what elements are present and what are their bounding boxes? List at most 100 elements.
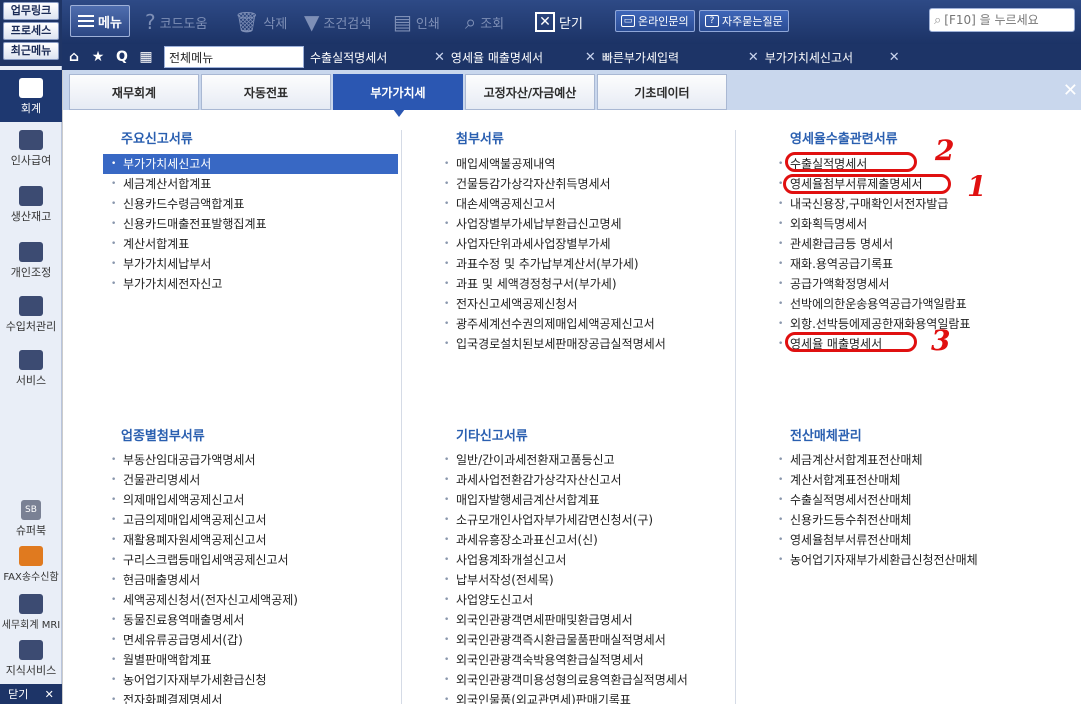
- sidebar-item-personal-adjust[interactable]: 개인조정: [0, 242, 62, 290]
- tab-auto-voucher[interactable]: 자동전표: [201, 74, 331, 110]
- sidebar-item-fax[interactable]: FAX송수신함: [0, 546, 62, 586]
- menu-item[interactable]: 계산서합계표: [103, 234, 398, 254]
- menu-item[interactable]: 내국신용장,구매확인서전자발급: [770, 194, 1070, 214]
- menu-item[interactable]: 매입세액불공제내역: [436, 154, 726, 174]
- menu-item[interactable]: 외국인관광객면세판매및환급명세서: [436, 610, 731, 630]
- lookup-button[interactable]: ⌕ 조회: [465, 8, 504, 36]
- sidebar-item-production[interactable]: 생산재고: [0, 186, 62, 234]
- menu-item[interactable]: 외항.선박등에제공한재화용역일람표: [770, 314, 1070, 334]
- tab-vat[interactable]: 부가가치세: [333, 74, 463, 117]
- menu-item[interactable]: 전자신고세액공제신청서: [436, 294, 726, 314]
- quick-button-recent[interactable]: 최근메뉴: [3, 42, 59, 60]
- menu-item[interactable]: 현금매출명세서: [103, 570, 398, 590]
- menu-item[interactable]: 외화획득명세서: [770, 214, 1070, 234]
- menu-item[interactable]: 구리스크랩등매입세액공제신고서: [103, 550, 398, 570]
- tab-export-performance[interactable]: 수출실적명세서 ✕: [310, 47, 445, 67]
- tab-quick-vat-input[interactable]: 빠른부가세입력 ✕: [602, 47, 759, 67]
- menu-item[interactable]: 의제매입세액공제신고서: [103, 490, 398, 510]
- menu-item[interactable]: 면세유류공급명세서(갑): [103, 630, 398, 650]
- menu-item[interactable]: 입국경로설치된보세판매장공급실적명세서: [436, 334, 726, 354]
- tab-fixed-assets[interactable]: 고정자산/자금예산: [465, 74, 595, 110]
- close-button[interactable]: ✕ 닫기: [535, 8, 583, 36]
- menu-item[interactable]: 세액공제신청서(전자신고세액공제): [103, 590, 398, 610]
- menu-item[interactable]: 농어업기자재부가세환급신청전산매체: [770, 550, 1070, 570]
- menu-item[interactable]: 신용카드수령금액합계표: [103, 194, 398, 214]
- menu-item[interactable]: 전자화폐결제명세서: [103, 690, 398, 704]
- quick-button-process[interactable]: 프로세스: [3, 22, 59, 40]
- menu-item[interactable]: 과표 및 세액경정청구서(부가세): [436, 274, 726, 294]
- menu-item[interactable]: 건물등감가상각자산취득명세서: [436, 174, 726, 194]
- menu-item[interactable]: 고금의제매입세액공제신고서: [103, 510, 398, 530]
- sidebar-item-tax-mri[interactable]: 세무회계 MRI: [0, 594, 62, 634]
- menu-button[interactable]: 메뉴: [70, 5, 130, 37]
- tab-financial-accounting[interactable]: 재무회계: [69, 74, 199, 110]
- tab-zero-rate-sales[interactable]: 영세율 매출명세서 ✕: [451, 47, 596, 67]
- menu-item[interactable]: 계산서합계표전산매체: [770, 470, 1070, 490]
- menu-item[interactable]: 세금계산서합계표: [103, 174, 398, 194]
- menu-item[interactable]: 영세율첨부서류전산매체: [770, 530, 1070, 550]
- menu-item[interactable]: 부가가치세신고서: [103, 154, 398, 174]
- menu-search[interactable]: ⌕: [929, 8, 1075, 32]
- sidebar-close-button[interactable]: 닫기 ✕: [0, 684, 62, 704]
- tab-vat-return[interactable]: 부가가치세신고서 ✕: [765, 47, 900, 67]
- menu-item[interactable]: 외국인관광객숙박용역환급실적명세서: [436, 650, 731, 670]
- faq-button[interactable]: ? 자주묻는질문: [699, 10, 789, 32]
- menu-item[interactable]: 신용카드매출전표발행집계표: [103, 214, 398, 234]
- menu-item[interactable]: 과표수정 및 추가납부계산서(부가세): [436, 254, 726, 274]
- sidebar-item-accounting[interactable]: 회계: [0, 70, 62, 122]
- menu-item[interactable]: 월별판매액합계표: [103, 650, 398, 670]
- tab-basic-data[interactable]: 기초데이터: [597, 74, 727, 110]
- menu-item[interactable]: 일반/간이과세전환재고품등신고: [436, 450, 731, 470]
- close-icon[interactable]: ✕: [1063, 80, 1078, 101]
- grid-icon[interactable]: ▦: [134, 44, 158, 70]
- menu-item[interactable]: 부가가치세납부서: [103, 254, 398, 274]
- menu-item[interactable]: 부동산임대공급가액명세서: [103, 450, 398, 470]
- menu-item[interactable]: 광주세계선수권의제매입세액공제신고서: [436, 314, 726, 334]
- quick-button-worklink[interactable]: 업무링크: [3, 2, 59, 20]
- sidebar-item-income-management[interactable]: 수입처관리: [0, 296, 62, 344]
- close-tab-icon[interactable]: ✕: [585, 50, 596, 65]
- search-input[interactable]: [944, 13, 1063, 27]
- filter-button[interactable]: ▼ 조건검색: [304, 8, 371, 36]
- menu-item[interactable]: 부가가치세전자신고: [103, 274, 398, 294]
- menu-item[interactable]: 과세유흥장소과표신고서(신): [436, 530, 731, 550]
- menu-item[interactable]: 농어업기자재부가세환급신청: [103, 670, 398, 690]
- menu-item[interactable]: 소규모개인사업자부가세감면신청서(구): [436, 510, 731, 530]
- menu-item[interactable]: 매입자발행세금계산서합계표: [436, 490, 731, 510]
- star-icon[interactable]: ★: [86, 44, 110, 70]
- close-tab-icon[interactable]: ✕: [889, 50, 900, 65]
- menu-item[interactable]: 외국인물품(외교관면세)판매기록표: [436, 690, 731, 704]
- menu-item[interactable]: 세금계산서합계표전산매체: [770, 450, 1070, 470]
- menu-item[interactable]: 사업자단위과세사업장별부가세: [436, 234, 726, 254]
- sidebar-item-knowledge[interactable]: 지식서비스: [0, 640, 62, 680]
- home-icon[interactable]: ⌂: [62, 44, 86, 70]
- menu-item[interactable]: 사업양도신고서: [436, 590, 731, 610]
- tab-all-menu[interactable]: 전체메뉴: [164, 46, 304, 68]
- online-inquiry-button[interactable]: ▭ 온라인문의: [615, 10, 695, 32]
- delete-button[interactable]: 🗑 삭제: [234, 8, 287, 36]
- print-button[interactable]: ▤ 인쇄: [393, 8, 440, 36]
- query-icon[interactable]: Q: [110, 44, 134, 70]
- menu-item[interactable]: 납부서작성(전세목): [436, 570, 731, 590]
- menu-item[interactable]: 수출실적명세서전산매체: [770, 490, 1070, 510]
- close-tab-icon[interactable]: ✕: [748, 50, 759, 65]
- menu-item[interactable]: 재활용폐자원세액공제신고서: [103, 530, 398, 550]
- menu-item[interactable]: 재화.용역공급기록표: [770, 254, 1070, 274]
- menu-item[interactable]: 외국인관광객즉시환급물품판매실적명세서: [436, 630, 731, 650]
- menu-item[interactable]: 신용카드등수취전산매체: [770, 510, 1070, 530]
- menu-item[interactable]: 사업장별부가세납부환급신고명세: [436, 214, 726, 234]
- sidebar-item-payroll[interactable]: 인사급여: [0, 130, 62, 178]
- menu-item[interactable]: 대손세액공제신고서: [436, 194, 726, 214]
- menu-item[interactable]: 동물진료용역매출명세서: [103, 610, 398, 630]
- sidebar-item-service[interactable]: 서비스: [0, 350, 62, 398]
- close-tab-icon[interactable]: ✕: [434, 50, 445, 65]
- menu-item[interactable]: 과세사업전환감가상각자산신고서: [436, 470, 731, 490]
- code-help-button[interactable]: ? 코드도움: [145, 8, 207, 36]
- menu-item[interactable]: 공급가액확정명세서: [770, 274, 1070, 294]
- menu-item[interactable]: 선박에의한운송용역공급가액일람표: [770, 294, 1070, 314]
- menu-item[interactable]: 관세환급금등 명세서: [770, 234, 1070, 254]
- menu-item[interactable]: 외국인관광객미용성형의료용역환급실적명세서: [436, 670, 731, 690]
- menu-item[interactable]: 사업용계좌개설신고서: [436, 550, 731, 570]
- menu-item[interactable]: 건물관리명세서: [103, 470, 398, 490]
- sidebar-item-superbook[interactable]: SB 슈퍼북: [0, 500, 62, 540]
